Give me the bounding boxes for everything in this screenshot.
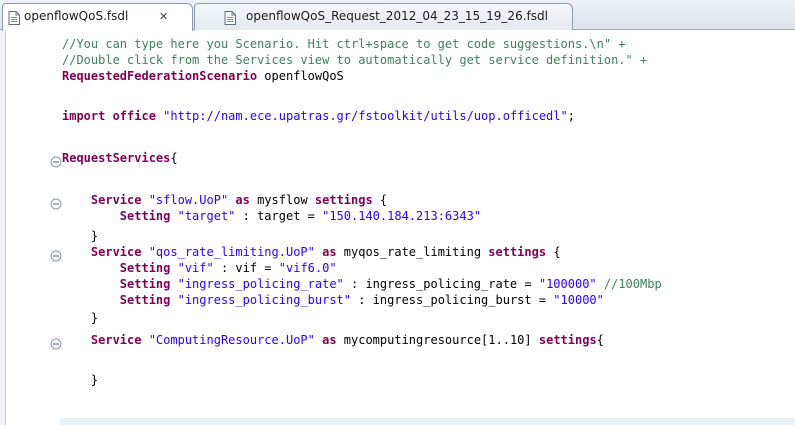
identifier: : ingress_policing_burst =	[351, 293, 554, 307]
code-line-5: import office "http://nam.ece.upatras.gr…	[62, 108, 575, 125]
string-literal: "target"	[170, 209, 236, 223]
string-literal: "vif6.0"	[278, 261, 337, 275]
code-line-9: Service "sflow.UoP" as mysflow settings …	[62, 192, 387, 209]
punctuation: }	[90, 229, 99, 243]
string-literal: "http://nam.ece.upatras.gr/fstoolkit/uti…	[163, 109, 568, 123]
keyword: settings	[481, 245, 547, 259]
code-line-11: }	[62, 228, 98, 245]
punctuation: {	[170, 151, 178, 165]
code-line-14: Setting "ingress_policing_rate" : ingres…	[62, 276, 662, 293]
keyword: as	[314, 245, 337, 259]
punctuation: ;	[567, 109, 575, 123]
keyword: Service	[90, 193, 142, 207]
code-line-1: //You can type here you Scenario. Hit ct…	[62, 36, 626, 53]
keyword: settings	[307, 193, 373, 207]
keyword: RequestedFederationScenario	[62, 69, 258, 83]
string-literal: "10000"	[553, 293, 604, 307]
string-literal: "vif"	[170, 261, 214, 275]
comment: //Double click from the Services view to…	[62, 53, 648, 67]
keyword: Setting	[119, 277, 171, 291]
punctuation: {	[596, 333, 604, 347]
identifier: myqos_rate_limiting	[336, 245, 482, 259]
close-icon[interactable]: ✕	[159, 4, 168, 29]
keyword: Service	[90, 333, 142, 347]
keyword: Setting	[119, 293, 171, 307]
file-icon	[224, 9, 236, 25]
code-line-16: }	[62, 310, 98, 327]
punctuation: }	[90, 311, 99, 325]
comment: //You can type here you Scenario. Hit ct…	[62, 37, 626, 51]
comment: //100Mbp	[596, 277, 662, 291]
code-line-2: //Double click from the Services view to…	[62, 52, 647, 69]
identifier: mycomputingresource[1..10]	[336, 333, 532, 347]
string-literal: "ingress_policing_burst"	[170, 293, 351, 307]
string-literal: "sflow.UoP"	[141, 193, 229, 207]
code-line-7: RequestServices{	[62, 150, 178, 167]
tab-openflowqos-request-fsdl[interactable]: openflowQoS_Request_2012_04_23_15_19_26.…	[194, 3, 573, 30]
tab-label: openflowQoS_Request_2012_04_23_15_19_26.…	[246, 9, 548, 23]
punctuation: {	[546, 245, 561, 259]
code-editor[interactable]: //You can type here you Scenario. Hit ct…	[0, 30, 795, 425]
keyword: Setting	[119, 209, 171, 223]
identifier: : ingress_policing_rate =	[343, 277, 539, 291]
identifier: mysflow	[249, 193, 308, 207]
code-line-12: Service "qos_rate_limiting.UoP" as myqos…	[62, 244, 561, 261]
identifier: openflowQoS	[257, 69, 344, 83]
keyword: as	[314, 333, 337, 347]
keyword: as	[228, 193, 250, 207]
punctuation: }	[90, 373, 99, 387]
code-line-10: Setting "target" : target = "150.140.184…	[62, 208, 481, 225]
code-line-3: RequestedFederationScenario openflowQoS	[62, 68, 344, 85]
string-literal: "150.140.184.213:6343"	[322, 209, 482, 223]
keyword: Setting	[119, 261, 171, 275]
editor-tab-bar: openflowQoS.fsdl ✕ openflowQoS_Request_2…	[0, 0, 795, 31]
code-line-18: Service "ComputingResource.UoP" as mycom…	[62, 332, 604, 349]
code-line-15: Setting "ingress_policing_burst" : ingre…	[62, 292, 604, 309]
keyword: Service	[90, 245, 142, 259]
tab-openflowqos-fsdl[interactable]: openflowQoS.fsdl ✕	[2, 3, 193, 31]
editor-ruler[interactable]	[6, 30, 62, 425]
keyword: settings	[531, 333, 597, 347]
punctuation: {	[372, 193, 388, 207]
code-line-20: }	[62, 372, 98, 389]
string-literal: "100000"	[538, 277, 597, 291]
keyword: import office	[62, 109, 156, 123]
identifier: : target =	[235, 209, 323, 223]
identifier: : vif =	[213, 261, 279, 275]
code-text-area[interactable]: //You can type here you Scenario. Hit ct…	[60, 30, 795, 425]
string-literal: "qos_rate_limiting.UoP"	[141, 245, 315, 259]
string-literal: "ComputingResource.UoP"	[141, 333, 315, 347]
keyword: RequestServices	[62, 151, 171, 165]
string-literal: "ingress_policing_rate"	[170, 277, 344, 291]
file-icon	[8, 9, 20, 25]
tab-label: openflowQoS.fsdl	[24, 9, 129, 23]
code-line-13: Setting "vif" : vif = "vif6.0"	[62, 260, 337, 277]
